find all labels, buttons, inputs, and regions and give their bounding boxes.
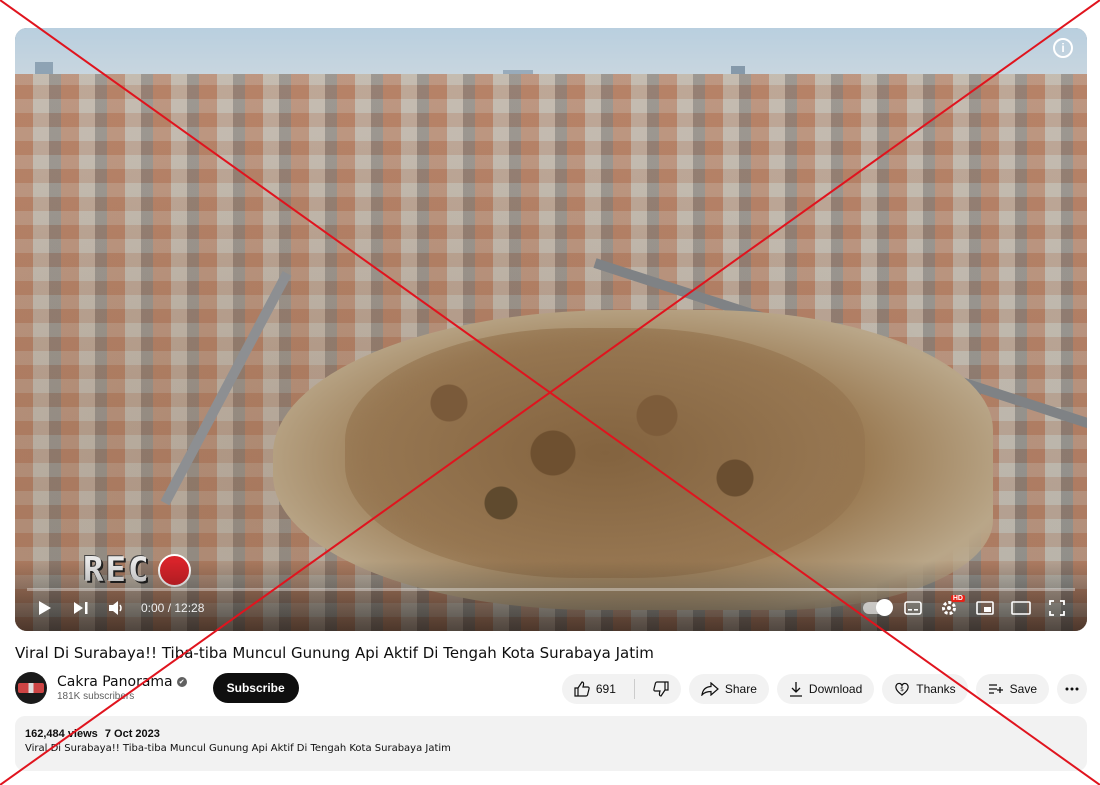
avatar[interactable] — [15, 672, 47, 704]
description-text: Viral Di Surabaya!! Tiba-tiba Muncul Gun… — [25, 743, 451, 754]
video-player[interactable]: i REC 0:00 / 12:28 HD — [15, 28, 1087, 631]
hd-badge: HD — [950, 595, 965, 602]
more-button[interactable] — [1057, 674, 1087, 704]
verified-icon: ✔ — [176, 677, 187, 687]
like-count: 691 — [595, 682, 616, 696]
subtitles-icon[interactable] — [895, 593, 931, 623]
save-label: Save — [1009, 682, 1037, 696]
channel-info: Cakra Panorama ✔ 181K subscribers — [57, 674, 187, 702]
player-controls: 0:00 / 12:28 HD — [15, 593, 1087, 623]
download-label: Download — [808, 682, 863, 696]
subscriber-count: 181K subscribers — [57, 691, 135, 702]
like-icon — [574, 681, 590, 697]
save-icon — [988, 684, 1003, 694]
description-meta: 162,484 views 7 Oct 2023 — [25, 728, 1077, 740]
next-icon[interactable] — [63, 593, 99, 623]
video-title: Viral Di Surabaya!! Tiba-tiba Muncul Gun… — [15, 644, 654, 662]
like-dislike-group: 691 — [561, 674, 681, 704]
svg-text:$: $ — [900, 686, 904, 693]
theater-icon[interactable] — [1003, 593, 1039, 623]
save-button[interactable]: Save — [975, 674, 1049, 704]
like-button[interactable]: 691 — [562, 674, 628, 704]
divider — [633, 679, 635, 699]
autoplay-toggle-icon[interactable] — [859, 593, 895, 623]
info-icon[interactable]: i — [1053, 38, 1073, 58]
thanks-button[interactable]: $ Thanks — [882, 674, 968, 704]
volume-icon[interactable] — [99, 593, 135, 623]
progress-bar[interactable] — [27, 588, 1075, 591]
download-icon — [789, 682, 802, 697]
settings-icon[interactable]: HD — [931, 593, 967, 623]
dry-brush — [345, 328, 865, 578]
dislike-icon — [653, 681, 669, 697]
subscribe-button[interactable]: Subscribe — [212, 673, 299, 703]
owner-row: Cakra Panorama ✔ 181K subscribers Subscr… — [15, 672, 299, 704]
channel-name[interactable]: Cakra Panorama — [57, 674, 173, 690]
time-display: 0:00 / 12:28 — [141, 601, 205, 615]
share-icon — [701, 682, 719, 696]
upload-date: 7 Oct 2023 — [104, 728, 160, 740]
video-frame — [15, 28, 1087, 631]
thanks-icon: $ — [895, 682, 910, 696]
share-button[interactable]: Share — [688, 674, 769, 704]
dislike-button[interactable] — [641, 674, 681, 704]
view-count: 162,484 views — [25, 728, 98, 740]
description-box[interactable]: 162,484 views 7 Oct 2023 Viral Di Suraba… — [15, 716, 1087, 771]
miniplayer-icon[interactable] — [967, 593, 1003, 623]
thanks-label: Thanks — [916, 682, 956, 696]
more-icon — [1065, 687, 1079, 691]
action-bar: 691 Share Download $ Thanks Save — [561, 674, 1087, 704]
play-icon[interactable] — [27, 593, 63, 623]
fullscreen-icon[interactable] — [1039, 593, 1075, 623]
share-label: Share — [724, 682, 757, 696]
download-button[interactable]: Download — [776, 674, 875, 704]
channel-name-row: Cakra Panorama ✔ — [57, 674, 187, 690]
